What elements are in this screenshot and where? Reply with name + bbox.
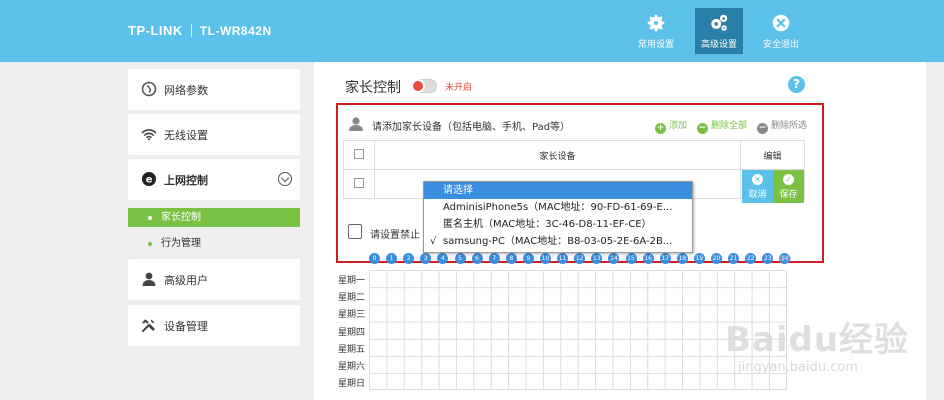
baidu-watermark: Baidu经验 jingyan.baidu.com [725, 312, 910, 375]
hour-label: 20 [711, 253, 722, 264]
brand-logo: TP-LINK TL-WR842N [128, 23, 272, 38]
select-all-cell [343, 140, 375, 170]
hour-label: 6 [471, 253, 483, 264]
chevron-down-icon[interactable] [278, 172, 292, 186]
top-bar: TP-LINK TL-WR842N 常用设置 高级设置 安全退出 [0, 0, 944, 62]
save-button[interactable]: ✓ 保存 [773, 170, 804, 203]
column-header-device: 家长设备 [374, 140, 741, 170]
day-label: 星期六 [338, 362, 366, 372]
tools-icon [142, 319, 155, 332]
device-dropdown[interactable]: 请选择 AdminisiPhone5s（MAC地址：90-FD-61-69-E.… [423, 181, 693, 253]
option-label: 匿名主机（MAC地址：3C-46-D8-11-EF-CE） [443, 219, 652, 230]
nav-logout-label: 安全退出 [762, 40, 799, 50]
delete-selected-button[interactable]: − 删除所选 [757, 118, 807, 134]
wifi-icon [141, 129, 157, 141]
toggle-status-text: 未开启 [445, 83, 473, 93]
hour-label: 15 [625, 253, 637, 264]
table-header-row: 家长设备 编辑 [343, 140, 805, 170]
delete-all-button[interactable]: − 删除全部 [697, 118, 747, 134]
plus-icon: + [655, 123, 666, 134]
sidebar-item-label: 高级用户 [164, 274, 208, 287]
row-checkbox[interactable] [354, 177, 364, 188]
minus-icon: − [757, 123, 768, 134]
nav-advanced-settings-button[interactable]: 高级设置 [695, 8, 743, 54]
day-label: 星期一 [338, 276, 366, 286]
dropdown-option[interactable]: AdminisiPhone5s（MAC地址：90-FD-61-69-E... [424, 199, 692, 216]
hour-label: 8 [505, 253, 517, 264]
dropdown-option[interactable]: √ samsung-PC（MAC地址：B8-03-05-2E-6A-2B... [424, 233, 692, 250]
sidebar-item-network[interactable]: 网络参数 [128, 69, 300, 110]
gears-icon [711, 14, 728, 31]
parental-control-toggle[interactable] [411, 79, 437, 93]
brand-name: TP-LINK [128, 23, 183, 38]
dropdown-option[interactable]: 匿名主机（MAC地址：3C-46-D8-11-EF-CE） [424, 216, 692, 233]
add-button[interactable]: + 添加 [655, 118, 687, 134]
day-label: 星期日 [338, 379, 366, 390]
hour-unit-label: (时) [779, 255, 792, 263]
nav-advanced-settings-label: 高级设置 [700, 40, 737, 50]
nav-basic-settings-label: 常用设置 [637, 40, 674, 50]
hour-label: 10 [540, 253, 551, 264]
sidebar-item-label: 上网控制 [164, 174, 208, 187]
row-select-cell [343, 169, 375, 199]
option-label: AdminisiPhone5s（MAC地址：90-FD-61-69-E... [443, 202, 673, 213]
hour-label: 7 [488, 253, 500, 264]
sidebar-item-label: 设备管理 [164, 320, 208, 333]
check-icon: ✓ [783, 174, 794, 185]
save-label: 保存 [779, 190, 798, 200]
sidebar-item-label: 网络参数 [164, 84, 208, 97]
gear-icon [647, 14, 665, 32]
hour-label: 9 [522, 253, 534, 264]
watermark-logo: Baidu经验 [725, 320, 910, 360]
option-label: 请选择 [443, 185, 473, 196]
cancel-label: 取消 [748, 190, 767, 200]
user-icon [142, 272, 156, 286]
svg-text:e: e [146, 175, 153, 186]
sidebar-item-label: 无线设置 [164, 129, 208, 142]
column-header-edit: 编辑 [740, 140, 805, 170]
dropdown-option[interactable]: 请选择 [424, 182, 692, 199]
hour-label: 17 [659, 253, 671, 264]
minus-icon: − [697, 123, 708, 134]
page-title: 家长控制 [345, 80, 401, 96]
hour-label: 5 [454, 253, 466, 264]
calendar-icon [348, 224, 362, 239]
sidebar-item-advanced-user[interactable]: 高级用户 [128, 259, 300, 300]
brand-divider [190, 24, 192, 37]
option-label: samsung-PC（MAC地址：B8-03-05-2E-6A-2B... [443, 236, 673, 247]
time-prompt: 请设置禁止4 [370, 230, 420, 241]
ie-icon: e [142, 172, 156, 186]
add-label: 添加 [669, 121, 688, 131]
nav-basic-settings-button[interactable]: 常用设置 [632, 8, 680, 54]
close-icon: ✕ [752, 174, 763, 185]
hour-label: 18 [676, 253, 688, 264]
select-all-checkbox[interactable] [354, 148, 364, 159]
model-name: TL-WR842N [199, 24, 272, 38]
sidebar-item-wireless[interactable]: 无线设置 [128, 114, 300, 155]
globe-icon [141, 81, 157, 97]
delete-all-label: 删除全部 [711, 121, 748, 131]
device-prompt: 请添加家长设备（包括电脑、手机、Pad等） [372, 122, 571, 133]
nav-logout-button[interactable]: 安全退出 [757, 8, 805, 54]
user-icon [349, 117, 363, 131]
day-label: 星期二 [338, 293, 366, 304]
sidebar-item-internet-control[interactable]: e 上网控制 [128, 159, 300, 200]
hour-label: 16 [642, 253, 654, 264]
watermark-url: jingyan.baidu.com [738, 360, 858, 375]
close-circle-icon [772, 14, 790, 32]
delete-selected-label: 删除所选 [771, 121, 808, 131]
hour-label: 19 [693, 253, 705, 264]
day-label: 星期五 [338, 344, 366, 355]
sidebar-item-device-management[interactable]: 设备管理 [128, 305, 300, 346]
hour-label: 0 [369, 253, 380, 264]
sidebar-subitem-parental-control[interactable]: 家长控制 [128, 208, 300, 227]
cancel-button[interactable]: ✕ 取消 [742, 170, 773, 203]
day-label: 星期三 [338, 310, 366, 321]
day-label: 星期四 [338, 327, 366, 338]
sidebar-subitem-behavior-management[interactable]: 行为管理 [128, 234, 300, 253]
help-icon[interactable]: ? [788, 76, 805, 93]
checkmark-icon: √ [430, 236, 437, 247]
